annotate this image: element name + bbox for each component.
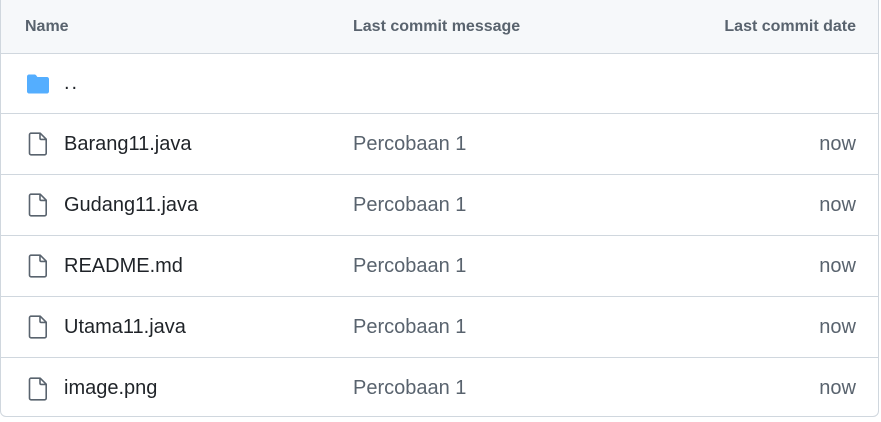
file-icon xyxy=(25,314,51,340)
parent-directory-link[interactable]: .. xyxy=(64,72,79,95)
file-icon xyxy=(25,376,51,402)
commit-date: now xyxy=(819,377,856,399)
file-icon xyxy=(25,131,51,157)
file-name-link[interactable]: image.png xyxy=(64,377,157,400)
file-row[interactable]: Utama11.java Percobaan 1 now xyxy=(1,297,878,358)
commit-date: now xyxy=(819,254,856,277)
folder-icon xyxy=(25,71,51,97)
file-row[interactable]: Gudang11.java Percobaan 1 now xyxy=(1,175,878,236)
file-table: Name Last commit message Last commit dat… xyxy=(0,0,879,417)
header-last-commit-message: Last commit message xyxy=(353,17,521,35)
commit-message-link[interactable]: Percobaan 1 xyxy=(353,377,693,400)
commit-message-link[interactable]: Percobaan 1 xyxy=(353,133,693,156)
file-name-link[interactable]: Gudang11.java xyxy=(64,194,198,217)
header-last-commit-date: Last commit date xyxy=(724,17,856,35)
file-row[interactable]: image.png Percobaan 1 now xyxy=(1,358,878,416)
file-row[interactable]: Barang11.java Percobaan 1 now xyxy=(1,114,878,175)
commit-date: now xyxy=(819,193,856,216)
file-name-link[interactable]: Barang11.java xyxy=(64,133,192,156)
file-name-link[interactable]: Utama11.java xyxy=(64,316,186,339)
file-icon xyxy=(25,253,51,279)
commit-message-link[interactable]: Percobaan 1 xyxy=(353,316,693,339)
parent-directory-row[interactable]: .. xyxy=(1,54,878,114)
file-row[interactable]: README.md Percobaan 1 now xyxy=(1,236,878,297)
commit-message-link[interactable]: Percobaan 1 xyxy=(353,255,693,278)
commit-date: now xyxy=(819,315,856,338)
file-icon xyxy=(25,192,51,218)
table-header: Name Last commit message Last commit dat… xyxy=(1,0,878,54)
file-name-link[interactable]: README.md xyxy=(64,255,183,278)
commit-message-link[interactable]: Percobaan 1 xyxy=(353,194,693,217)
commit-date: now xyxy=(819,132,856,155)
header-name: Name xyxy=(25,17,69,35)
